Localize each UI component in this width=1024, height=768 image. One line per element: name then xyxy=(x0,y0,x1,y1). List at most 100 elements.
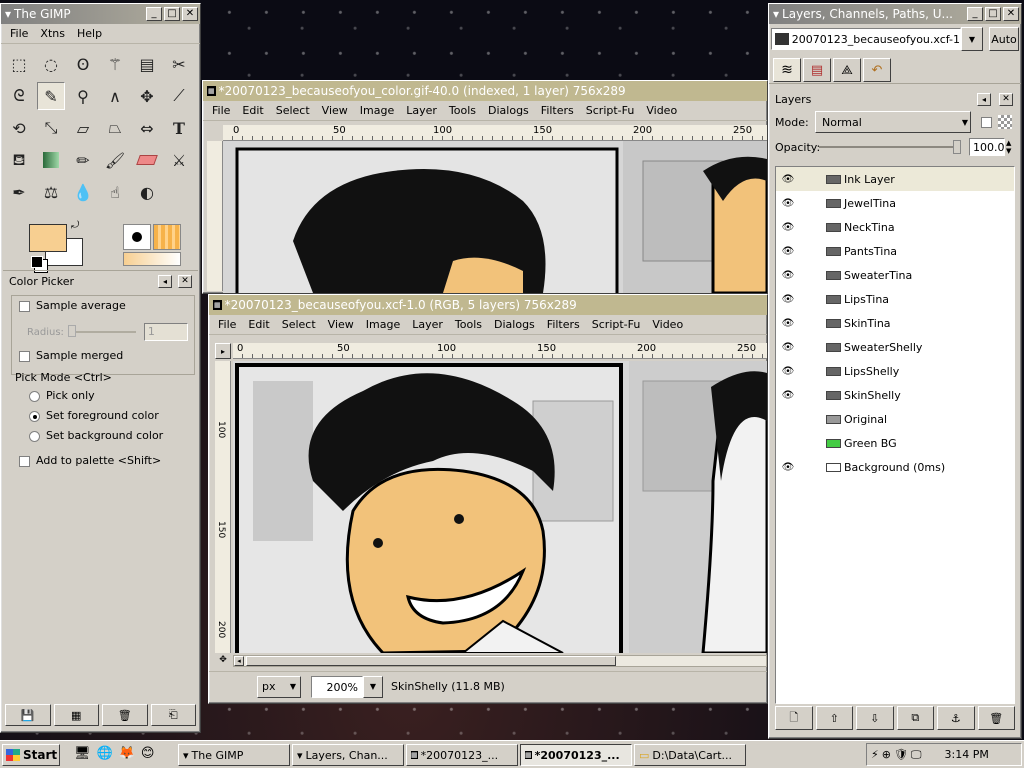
channels-tab-icon[interactable]: ▤ xyxy=(803,58,831,82)
visibility-eye-icon[interactable]: 👁 xyxy=(776,246,800,257)
pick-only-radio[interactable] xyxy=(29,390,40,402)
chevron-down-icon[interactable]: ▼ xyxy=(961,27,983,51)
restore-options-icon[interactable]: ▦ xyxy=(53,704,99,726)
paths-icon[interactable]: ᘓ xyxy=(5,82,33,110)
visibility-eye-icon[interactable]: 👁 xyxy=(776,366,800,377)
image1-menu-view[interactable]: View xyxy=(317,104,355,117)
ink-icon[interactable]: ✒ xyxy=(5,178,33,206)
layer-row[interactable]: 👁 SweaterTina xyxy=(776,263,1014,287)
minimize-button[interactable]: _ xyxy=(967,7,983,21)
pattern-indicator[interactable] xyxy=(153,224,181,250)
paintbrush-icon[interactable]: 🖌 xyxy=(101,146,129,174)
delete-layer-icon[interactable]: 🗑 xyxy=(977,706,1015,730)
maximize-button[interactable]: □ xyxy=(985,7,1001,21)
image1-menu-image[interactable]: Image xyxy=(355,104,401,117)
image2-menu-file[interactable]: File xyxy=(213,318,243,331)
lower-layer-icon[interactable]: ⇩ xyxy=(856,706,894,730)
menu-help[interactable]: Help xyxy=(72,27,109,40)
layer-row[interactable]: 👁 NeckTina xyxy=(776,215,1014,239)
gradient-indicator[interactable] xyxy=(123,252,181,266)
maximize-button[interactable]: □ xyxy=(164,7,180,21)
paths-tab-icon[interactable]: ⟁ xyxy=(833,58,861,82)
minimize-button[interactable]: _ xyxy=(146,7,162,21)
task-image1[interactable]: ▦ *20070123_... xyxy=(406,744,518,766)
set-bg-radio[interactable] xyxy=(29,430,40,442)
layer-row[interactable]: 👁 LipsTina xyxy=(776,287,1014,311)
menu-file[interactable]: File xyxy=(5,27,35,40)
image2-canvas[interactable] xyxy=(233,361,767,653)
visibility-eye-icon[interactable]: 👁 xyxy=(776,270,800,281)
shear-icon[interactable]: ▱ xyxy=(69,114,97,142)
task-layers[interactable]: ▾ Layers, Chan... xyxy=(292,744,404,766)
image1-canvas[interactable] xyxy=(223,141,767,293)
smudge-icon[interactable]: ☝ xyxy=(101,178,129,206)
magic-wand-icon[interactable]: ⚚ xyxy=(101,50,129,78)
image2-menu-dialogs[interactable]: Dialogs xyxy=(489,318,542,331)
image1-menu-select[interactable]: Select xyxy=(271,104,317,117)
ellipse-select-icon[interactable]: ◌ xyxy=(37,50,65,78)
image1-menu-file[interactable]: File xyxy=(207,104,237,117)
clock[interactable]: 3:14 PM xyxy=(945,748,989,761)
new-layer-icon[interactable]: 🗋 xyxy=(775,706,813,730)
sample-average-option[interactable]: Sample average xyxy=(19,299,126,312)
image1-menu-layer[interactable]: Layer xyxy=(401,104,444,117)
perspective-icon[interactable]: ⏢ xyxy=(101,114,129,142)
visibility-eye-icon[interactable]: 👁 xyxy=(776,342,800,353)
image1-menu-scriptfu[interactable]: Script-Fu xyxy=(581,104,642,117)
visibility-eye-icon[interactable]: 👁 xyxy=(776,462,800,473)
pick-only-option[interactable]: Pick only xyxy=(29,389,95,402)
foreground-color-swatch[interactable] xyxy=(29,224,67,252)
chevron-down-icon[interactable]: ▼ xyxy=(363,675,383,698)
display-icon[interactable]: 🖵 xyxy=(911,748,922,762)
image2-menu-layer[interactable]: Layer xyxy=(407,318,450,331)
spin-arrows-icon[interactable]: ▲ ▼ xyxy=(1006,139,1011,155)
browser-icon[interactable]: 🌐 xyxy=(97,746,113,761)
scissors-icon[interactable]: ✂ xyxy=(165,50,193,78)
desktop-icon[interactable]: 🖥 xyxy=(74,746,91,761)
image1-menu-dialogs[interactable]: Dialogs xyxy=(483,104,536,117)
select-by-color-icon[interactable]: ▤ xyxy=(133,50,161,78)
scroll-left-icon[interactable]: ◂ xyxy=(234,656,244,666)
delete-options-icon[interactable]: 🗑 xyxy=(102,704,148,726)
radius-spinbox[interactable]: 1 xyxy=(143,323,188,341)
task-image2[interactable]: ▦ *20070123_... xyxy=(520,744,632,766)
visibility-eye-icon[interactable]: 👁 xyxy=(776,390,800,401)
opacity-slider[interactable] xyxy=(819,140,961,154)
toolbox-titlebar[interactable]: ▾ The GIMP _ □ ✕ xyxy=(1,4,200,24)
scroll-thumb[interactable] xyxy=(246,656,616,666)
image2-menu-filters[interactable]: Filters xyxy=(542,318,587,331)
duplicate-layer-icon[interactable]: ⧉ xyxy=(896,706,934,730)
set-fg-option[interactable]: Set foreground color xyxy=(29,409,159,422)
default-colors-icon[interactable] xyxy=(31,256,43,268)
blur-icon[interactable]: 💧 xyxy=(69,178,97,206)
start-button[interactable]: Start xyxy=(2,744,60,766)
layer-row[interactable]: 👁 Ink Layer xyxy=(776,167,1014,191)
panel-close-icon[interactable]: ✕ xyxy=(999,92,1013,106)
network-icon[interactable]: ⚡ xyxy=(871,748,879,761)
rotate-icon[interactable]: ⟲ xyxy=(5,114,33,142)
scale-icon[interactable]: ⤡ xyxy=(37,114,65,142)
sample-average-checkbox[interactable] xyxy=(19,300,30,312)
layer-row[interactable]: 👁 SweaterShelly xyxy=(776,335,1014,359)
mode-select[interactable]: Normal ▼ xyxy=(815,111,971,133)
image1-titlebar[interactable]: ▦ *20070123_becauseofyou_color.gif-40.0 … xyxy=(203,81,767,101)
layers-tab-icon[interactable]: ≋ xyxy=(773,58,801,82)
zoom-combo[interactable]: 200% ▼ xyxy=(311,675,383,698)
antivirus-icon[interactable]: ⊕ xyxy=(882,748,891,761)
set-bg-option[interactable]: Set background color xyxy=(29,429,163,442)
visibility-eye-icon[interactable]: 👁 xyxy=(776,198,800,209)
keep-trans-checkbox[interactable] xyxy=(981,116,992,128)
task-gimp[interactable]: ▾ The GIMP xyxy=(178,744,290,766)
crop-icon[interactable]: ⟋ xyxy=(165,82,193,110)
visibility-eye-icon[interactable]: 👁 xyxy=(776,294,800,305)
unit-selector[interactable]: px ▼ xyxy=(257,675,301,698)
dodge-burn-icon[interactable]: ◐ xyxy=(133,178,161,206)
reset-options-icon[interactable]: ⎗ xyxy=(150,704,196,726)
visibility-eye-icon[interactable]: 👁 xyxy=(776,222,800,233)
airbrush-icon[interactable]: ⚔ xyxy=(165,146,193,174)
layer-row[interactable]: 👁 Background (0ms) xyxy=(776,455,1014,479)
save-options-icon[interactable]: 💾 xyxy=(5,704,51,726)
opacity-spinbox[interactable]: 100.0 xyxy=(969,138,1005,156)
image2-menu-edit[interactable]: Edit xyxy=(243,318,276,331)
firefox-icon[interactable]: 🦊 xyxy=(119,746,135,761)
